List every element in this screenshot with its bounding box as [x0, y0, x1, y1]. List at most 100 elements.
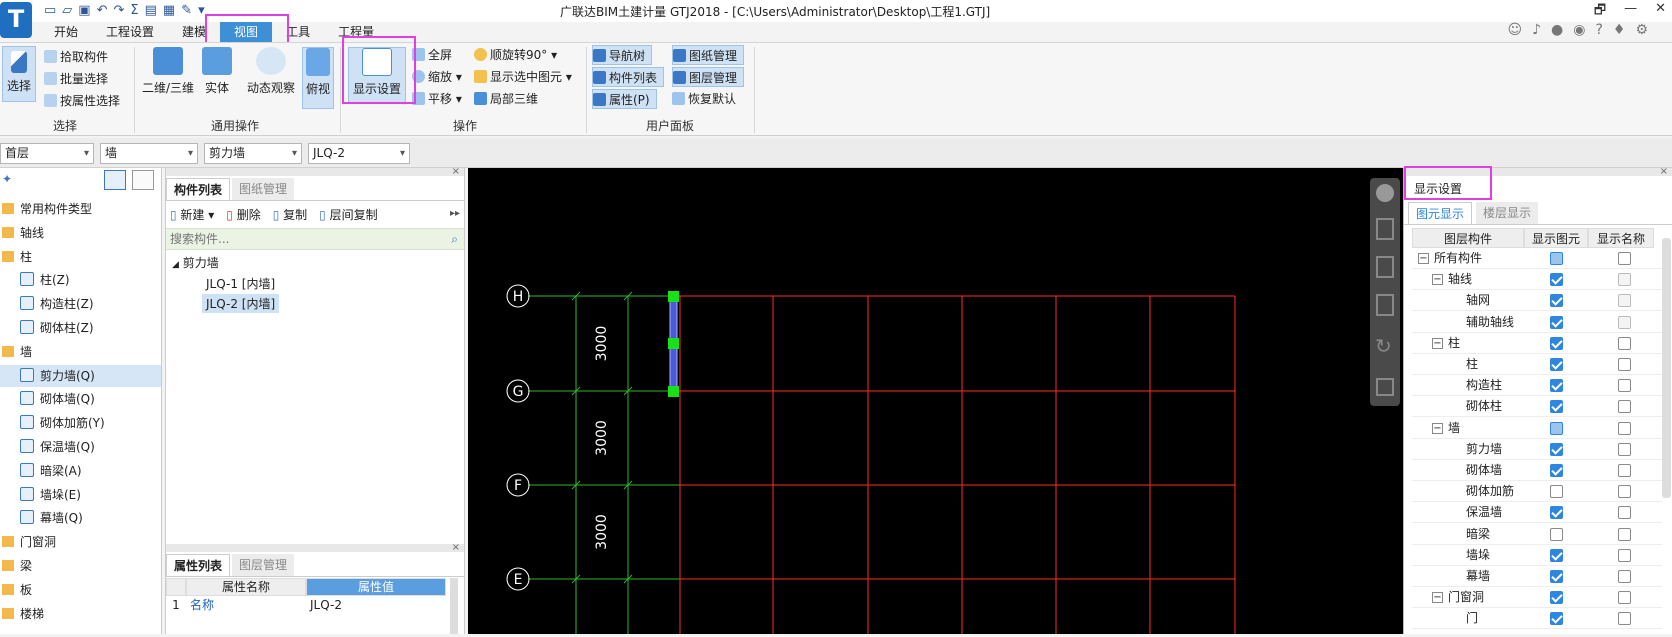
show-name-checkbox[interactable]	[1618, 358, 1631, 371]
show-name-checkbox[interactable]	[1618, 315, 1631, 329]
close-button[interactable]: ✕	[1655, 1, 1666, 23]
tab-project-settings[interactable]: 工程设置	[92, 22, 168, 42]
2d-3d-button[interactable]: 二维/三维	[140, 47, 196, 96]
side-view-icon[interactable]	[1376, 294, 1394, 316]
show-element-checkbox[interactable]	[1550, 252, 1563, 265]
tab-drawing-manager[interactable]: 图纸管理	[232, 178, 295, 200]
component-item-selected[interactable]: JLQ-2 [内墙]	[202, 294, 280, 313]
nav-folder[interactable]: 门窗洞	[0, 531, 161, 553]
nav-folder[interactable]: 楼梯	[0, 603, 161, 625]
display-settings-scrollbar[interactable]	[1662, 238, 1671, 498]
top-view-button[interactable]: 俯视	[302, 47, 334, 109]
service-icon[interactable]: ◉	[1573, 22, 1585, 38]
nav-item[interactable]: 剪力墙(Q)	[0, 364, 161, 387]
tree-toggle-icon[interactable]: −	[1418, 253, 1429, 264]
nav-item[interactable]: 构造柱(Z)	[0, 293, 161, 315]
show-element-checkbox[interactable]	[1550, 548, 1563, 562]
shirt-icon[interactable]: ♦	[1613, 22, 1626, 38]
restore-button[interactable]: 🗗	[1594, 1, 1606, 23]
pencil-icon[interactable]: ✎	[181, 3, 192, 18]
pin-icon[interactable]: ✦	[2, 172, 12, 186]
nav-tree-button[interactable]: 导航树	[592, 45, 653, 65]
tree-toggle-icon[interactable]: −	[1432, 274, 1443, 286]
orbit-ball-icon[interactable]	[1376, 184, 1394, 202]
show-element-checkbox[interactable]	[1550, 464, 1563, 477]
show-element-checkbox[interactable]	[1550, 294, 1563, 308]
sum-icon[interactable]: Σ	[130, 3, 138, 18]
redo-icon[interactable]: ↷	[114, 3, 125, 18]
show-element-checkbox[interactable]	[1550, 400, 1563, 414]
show-name-checkbox[interactable]	[1618, 464, 1631, 477]
orbit-button[interactable]: 动态观察	[244, 47, 298, 96]
show-element-checkbox[interactable]	[1550, 379, 1563, 393]
show-element-checkbox[interactable]	[1550, 527, 1563, 541]
copy-component-button[interactable]: ▯ 复制	[273, 206, 307, 223]
nav-folder[interactable]: 墙	[0, 341, 161, 363]
property-scrollbar[interactable]	[450, 578, 458, 634]
floor-dropdown[interactable]: 首层	[0, 143, 94, 164]
tab-element-display[interactable]: 图元显示	[1408, 202, 1473, 224]
show-element-checkbox[interactable]	[1550, 315, 1563, 329]
show-name-checkbox[interactable]	[1618, 421, 1631, 435]
component-dropdown[interactable]: JLQ-2	[308, 143, 410, 164]
show-element-checkbox[interactable]	[1550, 570, 1563, 583]
close-icon[interactable]: ×	[452, 542, 460, 553]
show-name-checkbox[interactable]	[1618, 570, 1631, 583]
detail-view-icon[interactable]	[132, 170, 154, 190]
show-name-checkbox[interactable]	[1618, 379, 1631, 393]
show-name-checkbox[interactable]	[1618, 612, 1631, 626]
undo-icon[interactable]: ↶	[97, 3, 108, 18]
tree-toggle-icon[interactable]: −	[1432, 422, 1443, 434]
component-list-button[interactable]: 构件列表	[592, 67, 665, 87]
show-element-checkbox[interactable]	[1550, 421, 1563, 435]
category-dropdown[interactable]: 墙	[100, 143, 198, 164]
grid-icon[interactable]: ▦	[163, 3, 175, 18]
rotate-90-button[interactable]: 顺旋转90° ▾	[474, 45, 557, 65]
drawing-canvas[interactable]: H G F E 3000 3000 3000	[468, 168, 1403, 634]
app-logo[interactable]: T	[0, 2, 32, 38]
show-name-checkbox[interactable]	[1618, 273, 1631, 287]
nav-folder[interactable]: 梁	[0, 555, 161, 577]
view-3d-icon[interactable]	[1376, 218, 1394, 240]
nav-folder[interactable]: 常用构件类型	[0, 198, 161, 220]
nav-folder[interactable]: 柱	[0, 246, 161, 268]
drawing-svg[interactable]: H G F E 3000 3000 3000	[468, 168, 1403, 634]
tab-floor-display[interactable]: 楼层显示	[1476, 202, 1539, 224]
tree-root[interactable]: ◢ 剪力墙	[172, 254, 219, 271]
tree-toggle-icon[interactable]: −	[1432, 337, 1443, 349]
floor-copy-button[interactable]: ▯ 层间复制	[319, 206, 377, 223]
show-element-checkbox[interactable]	[1550, 485, 1563, 499]
show-name-checkbox[interactable]	[1618, 548, 1631, 562]
show-selected-button[interactable]: 显示选中图元 ▾	[474, 67, 572, 87]
tab-property-list[interactable]: 属性列表	[166, 554, 231, 576]
layer-manager-button[interactable]: 图层管理	[672, 67, 745, 87]
nav-item[interactable]: 保温墙(Q)	[0, 436, 161, 458]
nav-item[interactable]: 暗梁(A)	[0, 460, 161, 482]
open-folder-icon[interactable]: ▱	[62, 3, 72, 18]
close-icon[interactable]: ×	[452, 166, 460, 177]
tab-layer-manager[interactable]: 图层管理	[232, 554, 295, 576]
pick-component-button[interactable]: 拾取构件	[44, 47, 108, 67]
show-name-checkbox[interactable]	[1618, 527, 1631, 541]
settings-icon[interactable]: ⚙	[1635, 22, 1648, 38]
show-name-checkbox[interactable]	[1618, 252, 1631, 265]
search-input[interactable]	[166, 229, 436, 249]
show-element-checkbox[interactable]	[1550, 612, 1563, 626]
more-icon[interactable]: ▸▸	[450, 208, 460, 219]
nav-item[interactable]: 砌体柱(Z)	[0, 317, 161, 339]
search-icon[interactable]: ⌕	[451, 232, 458, 247]
fullscreen-button[interactable]: 全屏	[412, 45, 452, 65]
pan-button[interactable]: 平移 ▾	[412, 89, 462, 109]
select-by-property-button[interactable]: 按属性选择	[44, 91, 120, 111]
list-view-icon[interactable]	[104, 170, 126, 190]
refresh-icon[interactable]: ↻	[1375, 334, 1392, 358]
nav-item[interactable]: 幕墙(Q)	[0, 507, 161, 529]
report-icon[interactable]: ▤	[145, 3, 157, 18]
front-view-icon[interactable]	[1376, 256, 1394, 278]
save-icon[interactable]: ▣	[78, 3, 90, 18]
show-name-checkbox[interactable]	[1618, 485, 1631, 499]
close-icon[interactable]: ×	[1660, 166, 1668, 177]
tree-toggle-icon[interactable]: −	[1432, 592, 1443, 604]
show-element-checkbox[interactable]	[1550, 442, 1563, 456]
show-element-checkbox[interactable]	[1550, 336, 1563, 350]
